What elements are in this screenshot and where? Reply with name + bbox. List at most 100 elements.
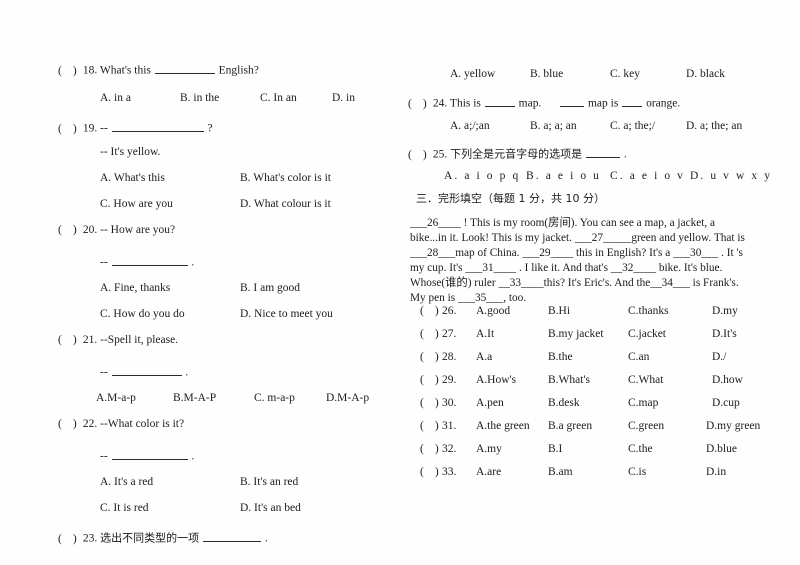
answer-paren-23[interactable] <box>58 533 80 546</box>
q21-option-b[interactable]: B.M-A-P <box>173 392 216 404</box>
answer-paren-22[interactable] <box>58 418 80 431</box>
cloze-27-option-d[interactable]: D.It's <box>712 328 737 340</box>
cloze-29-option-d[interactable]: D.how <box>712 374 743 386</box>
cloze-31-option-c[interactable]: C.green <box>628 420 664 432</box>
cloze-32-option-a[interactable]: A.my <box>476 443 502 455</box>
q25-text-cn: 下列全是元音字母的选项是 <box>450 147 583 161</box>
q24-option-a[interactable]: A. a;/;an <box>450 120 490 132</box>
cloze-31-option-a[interactable]: A.the green <box>476 420 530 432</box>
q23-option-b[interactable]: B. blue <box>530 68 563 80</box>
q20-option-b[interactable]: B. I am good <box>240 282 300 294</box>
cloze-30-option-d[interactable]: D.cup <box>712 397 740 409</box>
passage-line-3: ___28___map of China. ___29____ this in … <box>410 247 743 260</box>
q25-option-c[interactable]: C. a e i o v <box>610 170 685 182</box>
cloze-28-paren[interactable]: 28. <box>420 351 456 363</box>
q21-option-d[interactable]: D.M-A-p <box>326 392 369 404</box>
cloze-29-option-c[interactable]: C.What <box>628 374 663 386</box>
q19-option-b[interactable]: B. What's color is it <box>240 172 331 184</box>
cloze-33-option-d[interactable]: D.in <box>706 466 726 478</box>
cloze-32-option-c[interactable]: C.the <box>628 443 653 455</box>
answer-paren-24[interactable] <box>408 98 430 111</box>
q20-option-a[interactable]: A. Fine, thanks <box>100 282 170 294</box>
q20-option-d[interactable]: D. Nice to meet you <box>240 308 333 320</box>
q25-option-b[interactable]: B. a e i o u <box>526 170 601 182</box>
cloze-30-paren[interactable]: 30. <box>420 397 456 409</box>
q22-option-b[interactable]: B. It's an red <box>240 476 298 488</box>
cloze-28-option-a[interactable]: A.a <box>476 351 492 363</box>
answer-paren-20[interactable] <box>58 224 80 237</box>
cloze-32-paren[interactable]: 32. <box>420 443 456 455</box>
q18-option-b[interactable]: B. in the <box>180 92 219 104</box>
q19-option-a[interactable]: A. What's this <box>100 172 165 184</box>
question-19-reply: -- It's yellow. <box>100 146 161 158</box>
q24-blank-1[interactable] <box>484 95 515 107</box>
cloze-33-paren[interactable]: 33. <box>420 466 456 478</box>
q18-option-a[interactable]: A. in a <box>100 92 131 104</box>
q19-option-d[interactable]: D. What colour is it <box>240 198 331 210</box>
cloze-28-option-b[interactable]: B.the <box>548 351 573 363</box>
q18-blank[interactable] <box>154 62 215 74</box>
q21-option-c[interactable]: C. m-a-p <box>254 392 295 404</box>
cloze-passage: ___26____ ! This is my room(房间). You can… <box>410 216 768 306</box>
q24-option-c[interactable]: C. a; the;/ <box>610 120 655 132</box>
cloze-30-option-c[interactable]: C.map <box>628 397 658 409</box>
cloze-26-option-a[interactable]: A.good <box>476 305 510 317</box>
q22-option-d[interactable]: D. It's an bed <box>240 502 301 514</box>
cloze-28-marker: 28. <box>442 351 457 363</box>
q24-option-d[interactable]: D. a; the; an <box>686 120 742 132</box>
cloze-30-option-b[interactable]: B.desk <box>548 397 580 409</box>
cloze-33-option-a[interactable]: A.are <box>476 466 501 478</box>
q21-reply-blank[interactable] <box>111 364 182 376</box>
question-20-stem: 20. -- How are you? <box>58 224 175 237</box>
cloze-30-option-a[interactable]: A.pen <box>476 397 504 409</box>
cloze-32-option-b[interactable]: B.I <box>548 443 562 455</box>
cloze-27-option-c[interactable]: C.jacket <box>628 328 666 340</box>
cloze-28-option-d[interactable]: D./ <box>712 351 726 363</box>
answer-paren-21[interactable] <box>58 334 80 347</box>
q25-option-d[interactable]: D. u v w x y <box>690 170 772 182</box>
q23-option-a[interactable]: A. yellow <box>450 68 495 80</box>
cloze-27-option-b[interactable]: B.my jacket <box>548 328 604 340</box>
q23-option-d[interactable]: D. black <box>686 68 725 80</box>
cloze-31-paren[interactable]: 31. <box>420 420 456 432</box>
q19-option-c[interactable]: C. How are you <box>100 198 173 210</box>
q23-blank[interactable] <box>203 530 261 542</box>
q20-reply-blank[interactable] <box>111 254 188 266</box>
cloze-31-option-b[interactable]: B.a green <box>548 420 592 432</box>
q24-blank-2[interactable] <box>560 95 585 107</box>
q18-marker: 18. <box>82 64 98 77</box>
q18-option-d[interactable]: D. in <box>332 92 355 104</box>
cloze-26-option-c[interactable]: C.thanks <box>628 305 669 317</box>
cloze-26-paren[interactable]: 26. <box>420 305 456 317</box>
cloze-29-option-b[interactable]: B.What's <box>548 374 590 386</box>
answer-paren-25[interactable] <box>408 149 430 162</box>
cloze-26-option-d[interactable]: D.my <box>712 305 738 317</box>
cloze-28-option-c[interactable]: C.an <box>628 351 649 363</box>
question-18-stem: 18. What's this English? <box>58 62 259 78</box>
q24-option-b[interactable]: B. a; a; an <box>530 120 577 132</box>
q22-option-c[interactable]: C. It is red <box>100 502 149 514</box>
cloze-31-marker: 31. <box>442 420 457 432</box>
cloze-27-option-a[interactable]: A.It <box>476 328 494 340</box>
q23-option-c[interactable]: C. key <box>610 68 640 80</box>
q22-reply-period: . <box>191 450 195 463</box>
q25-blank[interactable] <box>586 146 620 158</box>
answer-paren-18[interactable] <box>58 65 80 78</box>
q20-option-c[interactable]: C. How do you do <box>100 308 185 320</box>
answer-paren-19[interactable] <box>58 123 80 136</box>
q19-blank[interactable] <box>111 120 204 132</box>
cloze-29-option-a[interactable]: A.How's <box>476 374 516 386</box>
q22-option-a[interactable]: A. It's a red <box>100 476 153 488</box>
cloze-31-option-d[interactable]: D.my green <box>706 420 760 432</box>
q24-blank-3[interactable] <box>622 95 643 107</box>
cloze-32-option-d[interactable]: D.blue <box>706 443 737 455</box>
q21-option-a[interactable]: A.M-a-p <box>96 392 136 404</box>
cloze-33-option-b[interactable]: B.am <box>548 466 573 478</box>
cloze-26-option-b[interactable]: B.Hi <box>548 305 570 317</box>
cloze-27-paren[interactable]: 27. <box>420 328 456 340</box>
q25-option-a[interactable]: A. a i o p q <box>444 170 520 182</box>
q18-option-c[interactable]: C. In an <box>260 92 297 104</box>
cloze-29-paren[interactable]: 29. <box>420 374 456 386</box>
cloze-33-option-c[interactable]: C.is <box>628 466 646 478</box>
q22-reply-blank[interactable] <box>111 448 188 460</box>
